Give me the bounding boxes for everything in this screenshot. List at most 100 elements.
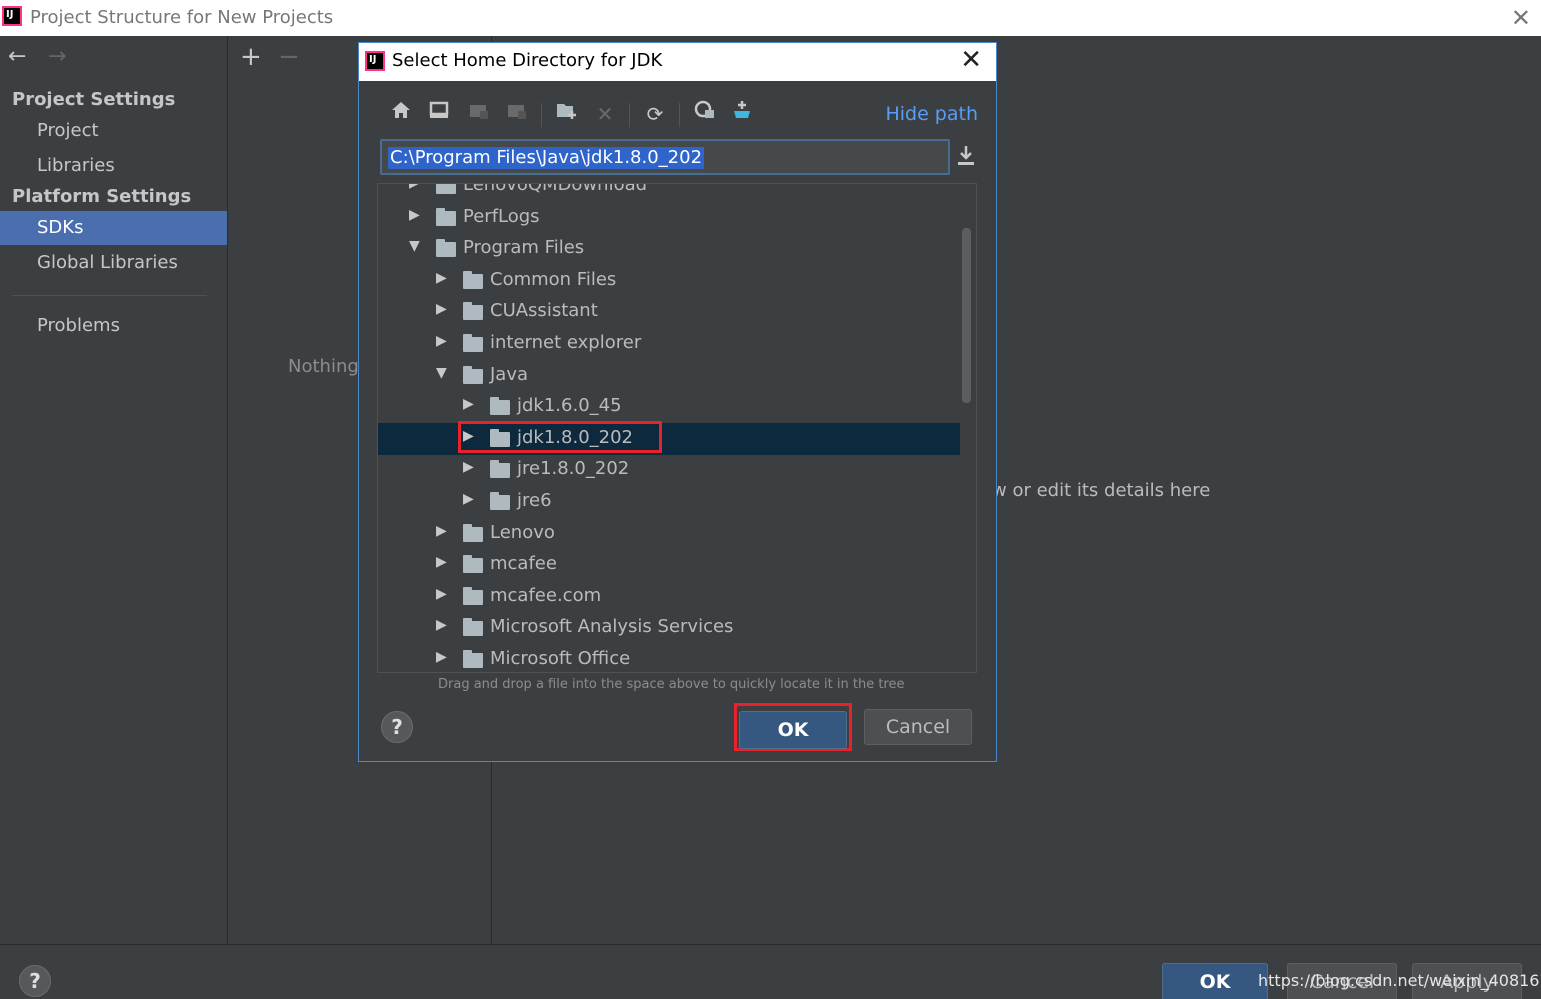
tree-scrollbar[interactable] xyxy=(962,228,971,403)
toolbar-separator xyxy=(679,103,680,127)
back-arrow-icon[interactable]: ← xyxy=(8,44,26,69)
expand-arrow-icon[interactable]: ▶ xyxy=(463,459,474,475)
intellij-icon: IJ xyxy=(365,51,385,71)
refresh-icon[interactable]: ⟳ xyxy=(641,99,669,129)
sidebar-item-project[interactable]: Project xyxy=(0,114,227,148)
toolbar-separator xyxy=(629,103,630,127)
tree-row[interactable]: ▶ Lenovo xyxy=(378,518,960,550)
hide-path-link[interactable]: Hide path xyxy=(885,103,978,125)
dialog-close-icon[interactable]: ✕ xyxy=(960,45,982,75)
expand-arrow-icon[interactable]: ▶ xyxy=(436,301,447,317)
tree-row[interactable]: ▶ mcafee xyxy=(378,549,960,581)
tree-row[interactable]: ▶ LenovoQMDownload xyxy=(378,183,960,202)
tree-row-label: LenovoQMDownload xyxy=(463,183,648,195)
tree-row[interactable]: ▶ jre6 xyxy=(378,486,960,518)
home-icon[interactable] xyxy=(387,99,415,129)
tree-row[interactable]: ▶ Microsoft Office xyxy=(378,644,960,672)
ok-button[interactable]: OK xyxy=(1162,963,1268,999)
tree-row[interactable]: ▶ CUAssistant xyxy=(378,296,960,328)
tree-row-label: Microsoft Office xyxy=(490,648,631,669)
download-icon[interactable] xyxy=(955,143,977,173)
folder-icon xyxy=(436,239,456,258)
window-close-icon[interactable]: ✕ xyxy=(1511,4,1531,32)
expand-arrow-icon[interactable]: ▶ xyxy=(409,207,420,223)
module-icon[interactable] xyxy=(503,99,531,129)
folder-icon xyxy=(463,302,483,321)
folder-icon xyxy=(463,555,483,574)
expand-arrow-icon[interactable]: ▶ xyxy=(436,523,447,539)
remove-icon[interactable]: − xyxy=(278,42,300,72)
folder-icon xyxy=(490,460,510,479)
tree-row[interactable]: ▶ internet explorer xyxy=(378,328,960,360)
expand-arrow-icon[interactable]: ▶ xyxy=(436,554,447,570)
tree-row-label: jdk1.6.0_45 xyxy=(517,395,622,417)
jdk-icon[interactable] xyxy=(729,99,757,129)
project-settings-header: Project Settings xyxy=(12,89,176,110)
expand-arrow-icon[interactable]: ▶ xyxy=(436,617,447,633)
tree-row-label: internet explorer xyxy=(490,332,642,353)
tree-row-label: Lenovo xyxy=(490,521,555,543)
directory-tree[interactable]: ▶ LenovoQMDownload ▶ PerfLogs ▼ Program Files… xyxy=(377,183,977,673)
tree-row-label: jre6 xyxy=(517,490,552,511)
sidebar-divider xyxy=(12,295,207,296)
folder-icon xyxy=(436,184,456,194)
folder-icon xyxy=(463,523,483,542)
tree-row[interactable]: ▼ Java xyxy=(378,360,960,392)
forward-arrow-icon[interactable]: → xyxy=(48,44,66,69)
expand-arrow-icon[interactable]: ▶ xyxy=(409,184,420,191)
platform-settings-header: Platform Settings xyxy=(12,186,192,207)
drag-drop-hint: Drag and drop a file into the space abov… xyxy=(438,677,905,692)
tree-row[interactable]: ▶ Microsoft Analysis Services xyxy=(378,612,960,644)
dialog-titlebar: IJ Select Home Directory for JDK ✕ xyxy=(359,43,996,81)
dialog-cancel-button[interactable]: Cancel xyxy=(864,709,972,745)
sidebar-item-global-libraries[interactable]: Global Libraries xyxy=(0,246,227,280)
dialog-title: Select Home Directory for JDK xyxy=(392,50,663,71)
tree-row[interactable]: ▶ PerfLogs xyxy=(378,202,960,234)
add-icon[interactable]: + xyxy=(240,42,262,72)
tree-row[interactable]: ▶ mcafee.com xyxy=(378,581,960,613)
toolbar-separator xyxy=(541,103,542,127)
tree-row-label: Program Files xyxy=(463,237,585,259)
expand-arrow-icon[interactable]: ▶ xyxy=(436,649,447,665)
expand-arrow-icon[interactable]: ▶ xyxy=(436,586,447,602)
folder-icon xyxy=(463,334,483,352)
collapse-arrow-icon[interactable]: ▼ xyxy=(409,238,420,254)
tree-row[interactable]: ▶ jdk1.6.0_45 xyxy=(378,391,960,423)
sidebar-item-sdks[interactable]: SDKs xyxy=(0,211,227,245)
desktop-icon[interactable] xyxy=(425,99,453,129)
details-hint: w or edit its details here xyxy=(992,480,1211,501)
help-icon[interactable]: ? xyxy=(19,965,51,997)
dialog-ok-button[interactable]: OK xyxy=(739,711,847,749)
new-folder-icon[interactable] xyxy=(553,99,581,129)
folder-icon xyxy=(436,207,456,226)
show-hidden-icon[interactable] xyxy=(691,99,719,129)
tree-row[interactable]: ▶ jre1.8.0_202 xyxy=(378,454,960,486)
sidebar-item-libraries[interactable]: Libraries xyxy=(0,149,227,183)
selected-folder-highlight-box xyxy=(458,420,662,453)
collapse-arrow-icon[interactable]: ▼ xyxy=(436,365,447,381)
tree-row[interactable]: ▼ Program Files xyxy=(378,233,960,265)
expand-arrow-icon[interactable]: ▶ xyxy=(463,491,474,507)
tree-row-label: CUAssistant xyxy=(490,300,598,322)
sidebar-item-problems[interactable]: Problems xyxy=(0,309,227,343)
tree-row[interactable]: ▶ Common Files xyxy=(378,265,960,297)
nav-row: ← → xyxy=(0,36,227,80)
folder-icon xyxy=(463,270,483,289)
select-jdk-dialog: IJ Select Home Directory for JDK ✕ ✕ ⟳ H… xyxy=(358,42,997,762)
tree-row-label: PerfLogs xyxy=(463,205,540,227)
folder-icon xyxy=(463,586,483,605)
window-titlebar: IJ Project Structure for New Projects ✕ xyxy=(0,0,1541,36)
folder-icon xyxy=(463,650,483,668)
bottom-bar: ? OK Cancel Apply https://blog.csdn.net/… xyxy=(0,944,1541,999)
folder-icon xyxy=(463,618,483,637)
path-input[interactable]: C:\Program Files\Java\jdk1.8.0_202 xyxy=(380,139,950,175)
path-input-value[interactable]: C:\Program Files\Java\jdk1.8.0_202 xyxy=(388,147,705,169)
folder-icon xyxy=(490,397,510,416)
expand-arrow-icon[interactable]: ▶ xyxy=(436,270,447,286)
expand-arrow-icon[interactable]: ▶ xyxy=(463,396,474,412)
dialog-help-icon[interactable]: ? xyxy=(381,711,413,743)
intellij-icon: IJ xyxy=(2,6,22,26)
project-icon[interactable] xyxy=(465,99,493,129)
expand-arrow-icon[interactable]: ▶ xyxy=(436,333,447,349)
delete-icon[interactable]: ✕ xyxy=(591,99,619,129)
